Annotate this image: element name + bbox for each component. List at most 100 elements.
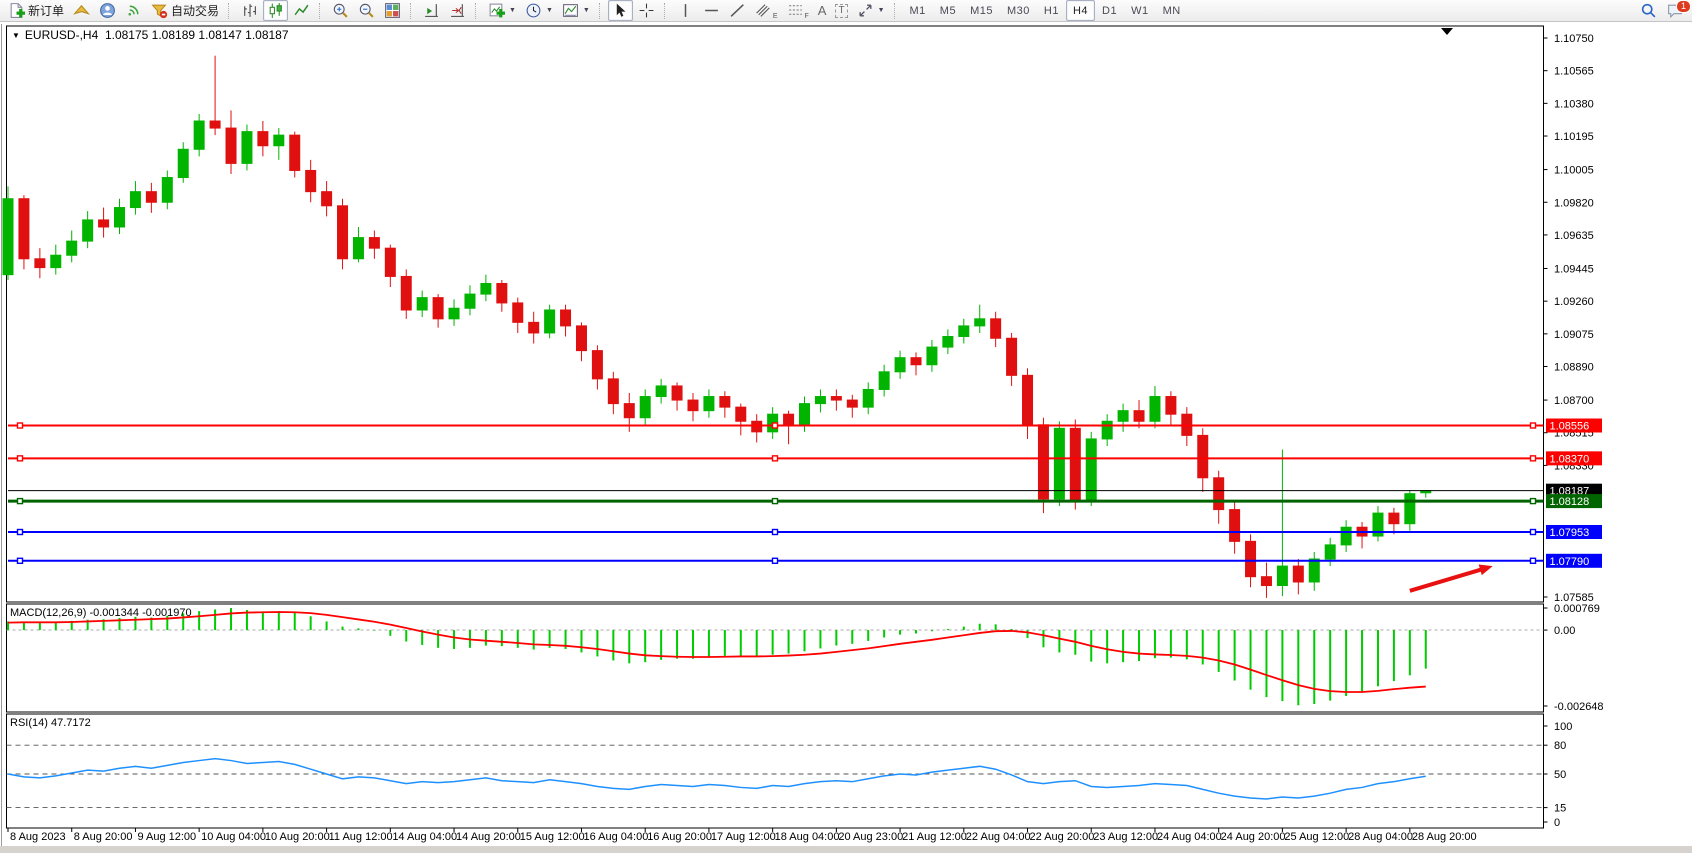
chart-canvas[interactable]: 1.107501.105651.103801.101951.100051.098… <box>0 22 1692 853</box>
chart-shift-marker[interactable] <box>1441 28 1453 35</box>
autotrading-button[interactable]: 自动交易 <box>147 0 223 21</box>
candle <box>1198 435 1208 477</box>
line-handle[interactable] <box>773 423 778 428</box>
templates-icon <box>562 2 579 19</box>
fibo-letter: F <box>805 13 809 20</box>
indicators-button[interactable]: ▼ <box>484 0 520 21</box>
market-icon <box>73 2 90 19</box>
timeframe-mn-button[interactable]: MN <box>1156 0 1188 21</box>
toolbar-separator <box>894 3 898 19</box>
price-label-text: 1.07790 <box>1550 556 1590 568</box>
timeframe-m1-button[interactable]: M1 <box>903 0 933 21</box>
zoom-in-button[interactable] <box>328 0 353 21</box>
line-handle[interactable] <box>18 456 23 461</box>
line-handle[interactable] <box>18 499 23 504</box>
price-tick-label: 1.09075 <box>1554 329 1594 341</box>
autotrading-label: 自动交易 <box>171 2 219 19</box>
line-handle[interactable] <box>18 530 23 535</box>
candle <box>1038 425 1048 499</box>
crosshair-tool-button[interactable] <box>634 0 659 21</box>
toolbar-separator <box>410 3 414 19</box>
candle <box>545 310 555 333</box>
symbol-dropdown-icon[interactable]: ▼ <box>12 31 20 40</box>
new-order-icon <box>8 2 25 19</box>
candle <box>290 135 300 170</box>
candle <box>433 298 443 319</box>
candle <box>991 319 1001 338</box>
line-handle[interactable] <box>773 456 778 461</box>
notifications-button[interactable]: 1 <box>1662 0 1688 21</box>
community-button[interactable] <box>95 0 120 21</box>
line-handle[interactable] <box>773 499 778 504</box>
cursor-tool-button[interactable] <box>608 0 633 21</box>
candle <box>784 414 794 425</box>
horizontal-line-icon <box>703 2 720 19</box>
bar-chart-type-button[interactable] <box>237 0 262 21</box>
chevron-down-icon: ▼ <box>509 7 516 14</box>
timeframe-m5-button[interactable]: M5 <box>933 0 963 21</box>
line-handle[interactable] <box>1531 456 1536 461</box>
rsi-tick-label: 50 <box>1554 769 1566 781</box>
candle <box>353 238 363 259</box>
market-button[interactable] <box>69 0 94 21</box>
line-handle[interactable] <box>773 530 778 535</box>
date-tick-label: 8 Aug 20:00 <box>74 831 133 843</box>
candlestick-chart-type-button[interactable] <box>263 0 288 21</box>
chart-shift-button[interactable] <box>419 0 444 21</box>
line-handle[interactable] <box>1531 558 1536 563</box>
text-label-tool-button[interactable]: T <box>831 0 851 21</box>
fibonacci-icon <box>787 2 804 19</box>
horizontal-line-tool-button[interactable] <box>699 0 724 21</box>
line-handle[interactable] <box>1531 499 1536 504</box>
rsi-axis: 1008050150 <box>1544 721 1573 829</box>
annotation-arrow[interactable] <box>1410 569 1484 591</box>
indicators-icon <box>488 2 505 19</box>
toolbar-separator <box>319 3 323 19</box>
line-handle[interactable] <box>773 558 778 563</box>
price-tick-label: 1.10195 <box>1554 131 1594 143</box>
timeframe-w1-button[interactable]: W1 <box>1124 0 1156 21</box>
text-tool-button[interactable]: A <box>814 0 831 21</box>
candle <box>417 298 427 310</box>
arrows-tool-button[interactable]: ▼ <box>853 0 889 21</box>
line-handle[interactable] <box>18 558 23 563</box>
timeframe-m15-button[interactable]: M15 <box>963 0 1000 21</box>
candle <box>1389 513 1399 524</box>
fibonacci-tool-button[interactable]: F <box>783 0 813 21</box>
candle <box>561 310 571 326</box>
candle <box>401 276 411 310</box>
zoom-out-button[interactable] <box>354 0 379 21</box>
auto-scroll-button[interactable] <box>445 0 470 21</box>
date-tick-label: 15 Aug 12:00 <box>520 831 585 843</box>
line-chart-type-button[interactable] <box>289 0 314 21</box>
line-handle[interactable] <box>1531 423 1536 428</box>
date-tick-label: 23 Aug 12:00 <box>1093 831 1158 843</box>
toolbar-separator <box>475 3 479 19</box>
crosshair-icon <box>638 2 655 19</box>
equidistant-channel-tool-button[interactable]: E <box>751 0 782 21</box>
templates-button[interactable]: ▼ <box>558 0 594 21</box>
vertical-line-tool-button[interactable] <box>673 0 698 21</box>
macd-panel-frame <box>7 604 1544 712</box>
trendline-tool-button[interactable] <box>725 0 750 21</box>
tile-windows-button[interactable] <box>380 0 405 21</box>
periods-button[interactable]: ▼ <box>521 0 557 21</box>
candle <box>274 135 284 146</box>
ohlc-high: 1.08189 <box>152 28 195 42</box>
annotation-arrow-head[interactable] <box>1479 565 1493 576</box>
line-handle[interactable] <box>18 423 23 428</box>
toolbar-separator <box>228 3 232 19</box>
new-order-button[interactable]: 新订单 <box>4 0 68 21</box>
date-tick-label: 9 Aug 12:00 <box>137 831 196 843</box>
timeframe-group: M1M5M15M30H1H4D1W1MN <box>903 0 1188 21</box>
candle <box>704 397 714 411</box>
candle <box>226 128 236 163</box>
price-tick-label: 1.08890 <box>1554 362 1594 374</box>
line-handle[interactable] <box>1531 530 1536 535</box>
timeframe-h4-button[interactable]: H4 <box>1066 0 1095 21</box>
timeframe-m30-button[interactable]: M30 <box>1000 0 1037 21</box>
search-button[interactable] <box>1636 0 1661 21</box>
signals-button[interactable] <box>121 0 146 21</box>
timeframe-h1-button[interactable]: H1 <box>1037 0 1066 21</box>
timeframe-d1-button[interactable]: D1 <box>1095 0 1124 21</box>
